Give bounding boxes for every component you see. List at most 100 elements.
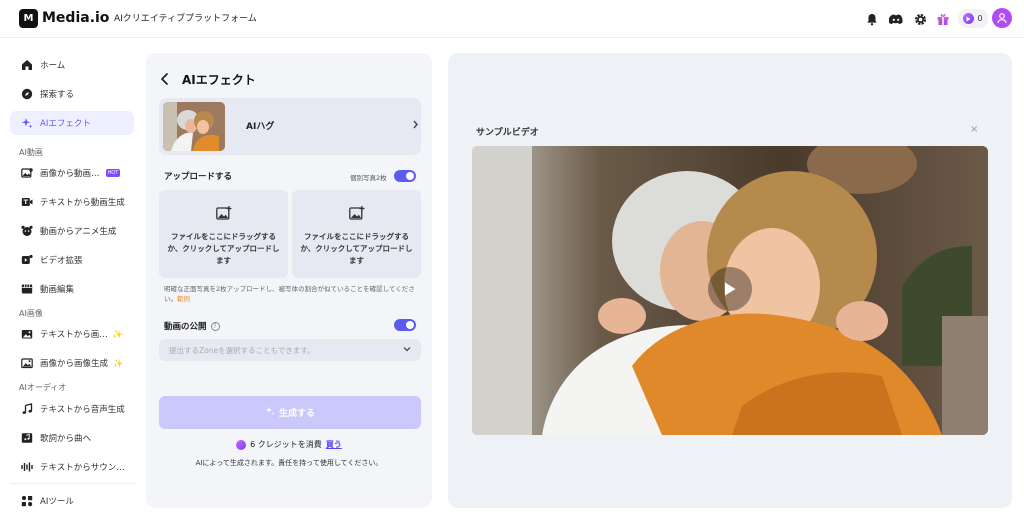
credit-icon	[236, 439, 247, 450]
text-video-icon	[20, 195, 34, 209]
discord-icon[interactable]	[888, 11, 904, 27]
upload-hint: 明確な正面写真を2枚アップロードし、被写体の割合が似ていることを確認してください…	[164, 284, 416, 304]
sparkle-icon	[265, 406, 275, 419]
close-icon[interactable]: ×	[970, 124, 978, 135]
sidebar-item-home[interactable]: ホーム	[10, 53, 134, 77]
play-button[interactable]	[708, 267, 752, 311]
buy-link[interactable]: 買う	[326, 439, 342, 450]
effect-selector-card[interactable]: AIハグ	[159, 98, 421, 155]
sidebar-item-image-to-image[interactable]: 画像から画像生成 ✨	[10, 351, 134, 375]
effect-settings-panel: AIエフェクト AIハグ アップロードする 個別写真2枚 ファイルをここにドラッ…	[146, 53, 432, 508]
logo-text[interactable]: Media.io	[42, 9, 109, 28]
effect-thumbnail	[163, 102, 225, 151]
hint-text: 明確な正面写真を2枚アップロードし、被写体の割合が似ていることを確認してください…	[164, 285, 415, 303]
sidebar-item-label: 歌詞から曲へ	[40, 434, 92, 444]
user-avatar[interactable]	[992, 8, 1012, 28]
sparkle-badge-icon: ✨	[112, 329, 123, 339]
page-title: AIエフェクト	[182, 73, 256, 87]
image-image-icon	[20, 356, 34, 370]
section-label-ai-audio: AIオーディオ	[19, 383, 67, 392]
top-bar: M Media.io AIクリエイティブプラットフォーム 0	[0, 0, 1024, 38]
hot-badge: HOT	[105, 169, 121, 177]
sidebar-item-ai-tools[interactable]: AIツール	[10, 489, 134, 513]
logo-icon[interactable]: M	[19, 9, 38, 28]
video-extend-icon	[20, 253, 34, 267]
sidebar-item-explore[interactable]: 探索する	[10, 82, 134, 106]
generate-label: 生成する	[278, 409, 315, 419]
sidebar-item-label: テキストから動画生成	[40, 198, 125, 208]
gift-icon[interactable]	[935, 11, 951, 27]
upload-dropzone-2[interactable]: ファイルをここにドラッグするか、クリックしてアップロードします	[292, 190, 421, 278]
text-image-icon	[20, 327, 34, 341]
disclaimer: AIによって生成されます。責任を持って使用してください。	[195, 459, 383, 467]
sidebar-item-lyrics-to-song[interactable]: 歌詞から曲へ	[10, 426, 134, 450]
section-label-ai-image: AI画像	[19, 309, 43, 318]
bell-icon[interactable]	[864, 11, 880, 27]
music-note-icon	[20, 402, 34, 416]
anime-icon	[20, 224, 34, 238]
sidebar-item-text-to-image[interactable]: テキストから画… ✨	[10, 322, 134, 346]
example-link[interactable]: 範例	[177, 295, 190, 303]
sidebar-item-label: 探索する	[40, 90, 75, 100]
sidebar-item-video-extend[interactable]: ビデオ拡張	[10, 248, 134, 272]
credit-cost-text: 6 クレジットを消費	[250, 440, 322, 449]
dual-photo-toggle[interactable]	[394, 170, 416, 182]
preview-panel: サンプルビデオ ×	[448, 53, 1012, 508]
lyrics-icon	[20, 431, 34, 445]
zone-placeholder: 提出するZoneを選択することもできます。	[169, 346, 315, 355]
credits-indicator[interactable]: 0	[958, 9, 988, 28]
waveform-icon	[20, 460, 34, 474]
dropzone-text: ファイルをここにドラッグするか、クリックしてアップロードします	[300, 232, 413, 265]
section-label-ai-video: AI動画	[19, 148, 43, 157]
sidebar-item-label: テキストから画…	[40, 330, 108, 340]
gear-icon[interactable]	[912, 11, 928, 27]
upload-section-label: アップロードする	[164, 172, 233, 182]
sidebar-item-label: ビデオ拡張	[40, 256, 83, 266]
sidebar-item-label: 動画からアニメ生成	[40, 227, 117, 237]
compass-icon	[20, 87, 34, 101]
chevron-down-icon	[402, 344, 412, 354]
sidebar-item-label: 動画編集	[40, 285, 75, 295]
publish-toggle[interactable]	[394, 319, 416, 331]
video-edit-icon	[20, 282, 34, 296]
upload-dropzone-1[interactable]: ファイルをここにドラッグするか、クリックしてアップロードします	[159, 190, 288, 278]
credit-cost-line: 6 クレジットを消費 買う	[146, 439, 432, 450]
play-icon	[725, 282, 736, 296]
platform-tagline: AIクリエイティブプラットフォーム	[114, 14, 257, 24]
sample-video-label: サンプルビデオ	[476, 128, 539, 138]
sidebar-item-text-to-sound[interactable]: テキストからサウン…	[10, 455, 134, 479]
sparkle-icon	[20, 116, 34, 130]
dual-photo-label: 個別写真2枚	[350, 174, 387, 182]
image-video-icon	[20, 166, 34, 180]
sidebar-item-video-edit[interactable]: 動画編集	[10, 277, 134, 301]
sample-video-player[interactable]	[472, 146, 988, 435]
add-image-icon	[349, 206, 365, 220]
help-icon[interactable]: ?	[210, 321, 220, 331]
sidebar-item-text-to-speech[interactable]: テキストから音声生成	[10, 397, 134, 421]
sidebar-item-label: 画像から動画…	[40, 169, 100, 179]
sidebar-item-label: 画像から画像生成	[40, 359, 109, 369]
credits-count: 0	[977, 14, 983, 23]
home-icon	[20, 58, 34, 72]
sidebar-item-ai-effects[interactable]: AIエフェクト	[10, 111, 134, 135]
sidebar-item-label: テキストからサウン…	[40, 463, 125, 473]
sidebar-item-label: ホーム	[40, 61, 66, 71]
generate-button[interactable]: 生成する	[159, 396, 421, 429]
sidebar-item-image-to-video[interactable]: 画像から動画… HOT	[10, 161, 134, 185]
sidebar-item-text-to-video[interactable]: テキストから動画生成	[10, 190, 134, 214]
credit-icon	[963, 13, 975, 24]
sidebar-item-label: テキストから音声生成	[40, 405, 125, 415]
sidebar-divider	[10, 483, 136, 484]
effect-name: AIハグ	[246, 122, 275, 132]
zone-select[interactable]: 提出するZoneを選択することもできます。	[159, 339, 421, 361]
sparkle-badge-icon: ✨	[113, 358, 123, 368]
chevron-right-icon	[412, 120, 419, 132]
sidebar-item-label: AIツール	[40, 497, 74, 507]
sidebar-item-label: AIエフェクト	[40, 119, 91, 129]
publish-label: 動画の公開	[164, 322, 207, 332]
tools-grid-icon	[20, 494, 34, 508]
sidebar-item-video-to-anime[interactable]: 動画からアニメ生成	[10, 219, 134, 243]
add-image-icon	[216, 206, 232, 220]
sidebar: ホーム 探索する AIエフェクト AI動画 画像から動画… HOT テキストから…	[0, 39, 140, 520]
back-arrow-icon[interactable]	[159, 72, 171, 86]
